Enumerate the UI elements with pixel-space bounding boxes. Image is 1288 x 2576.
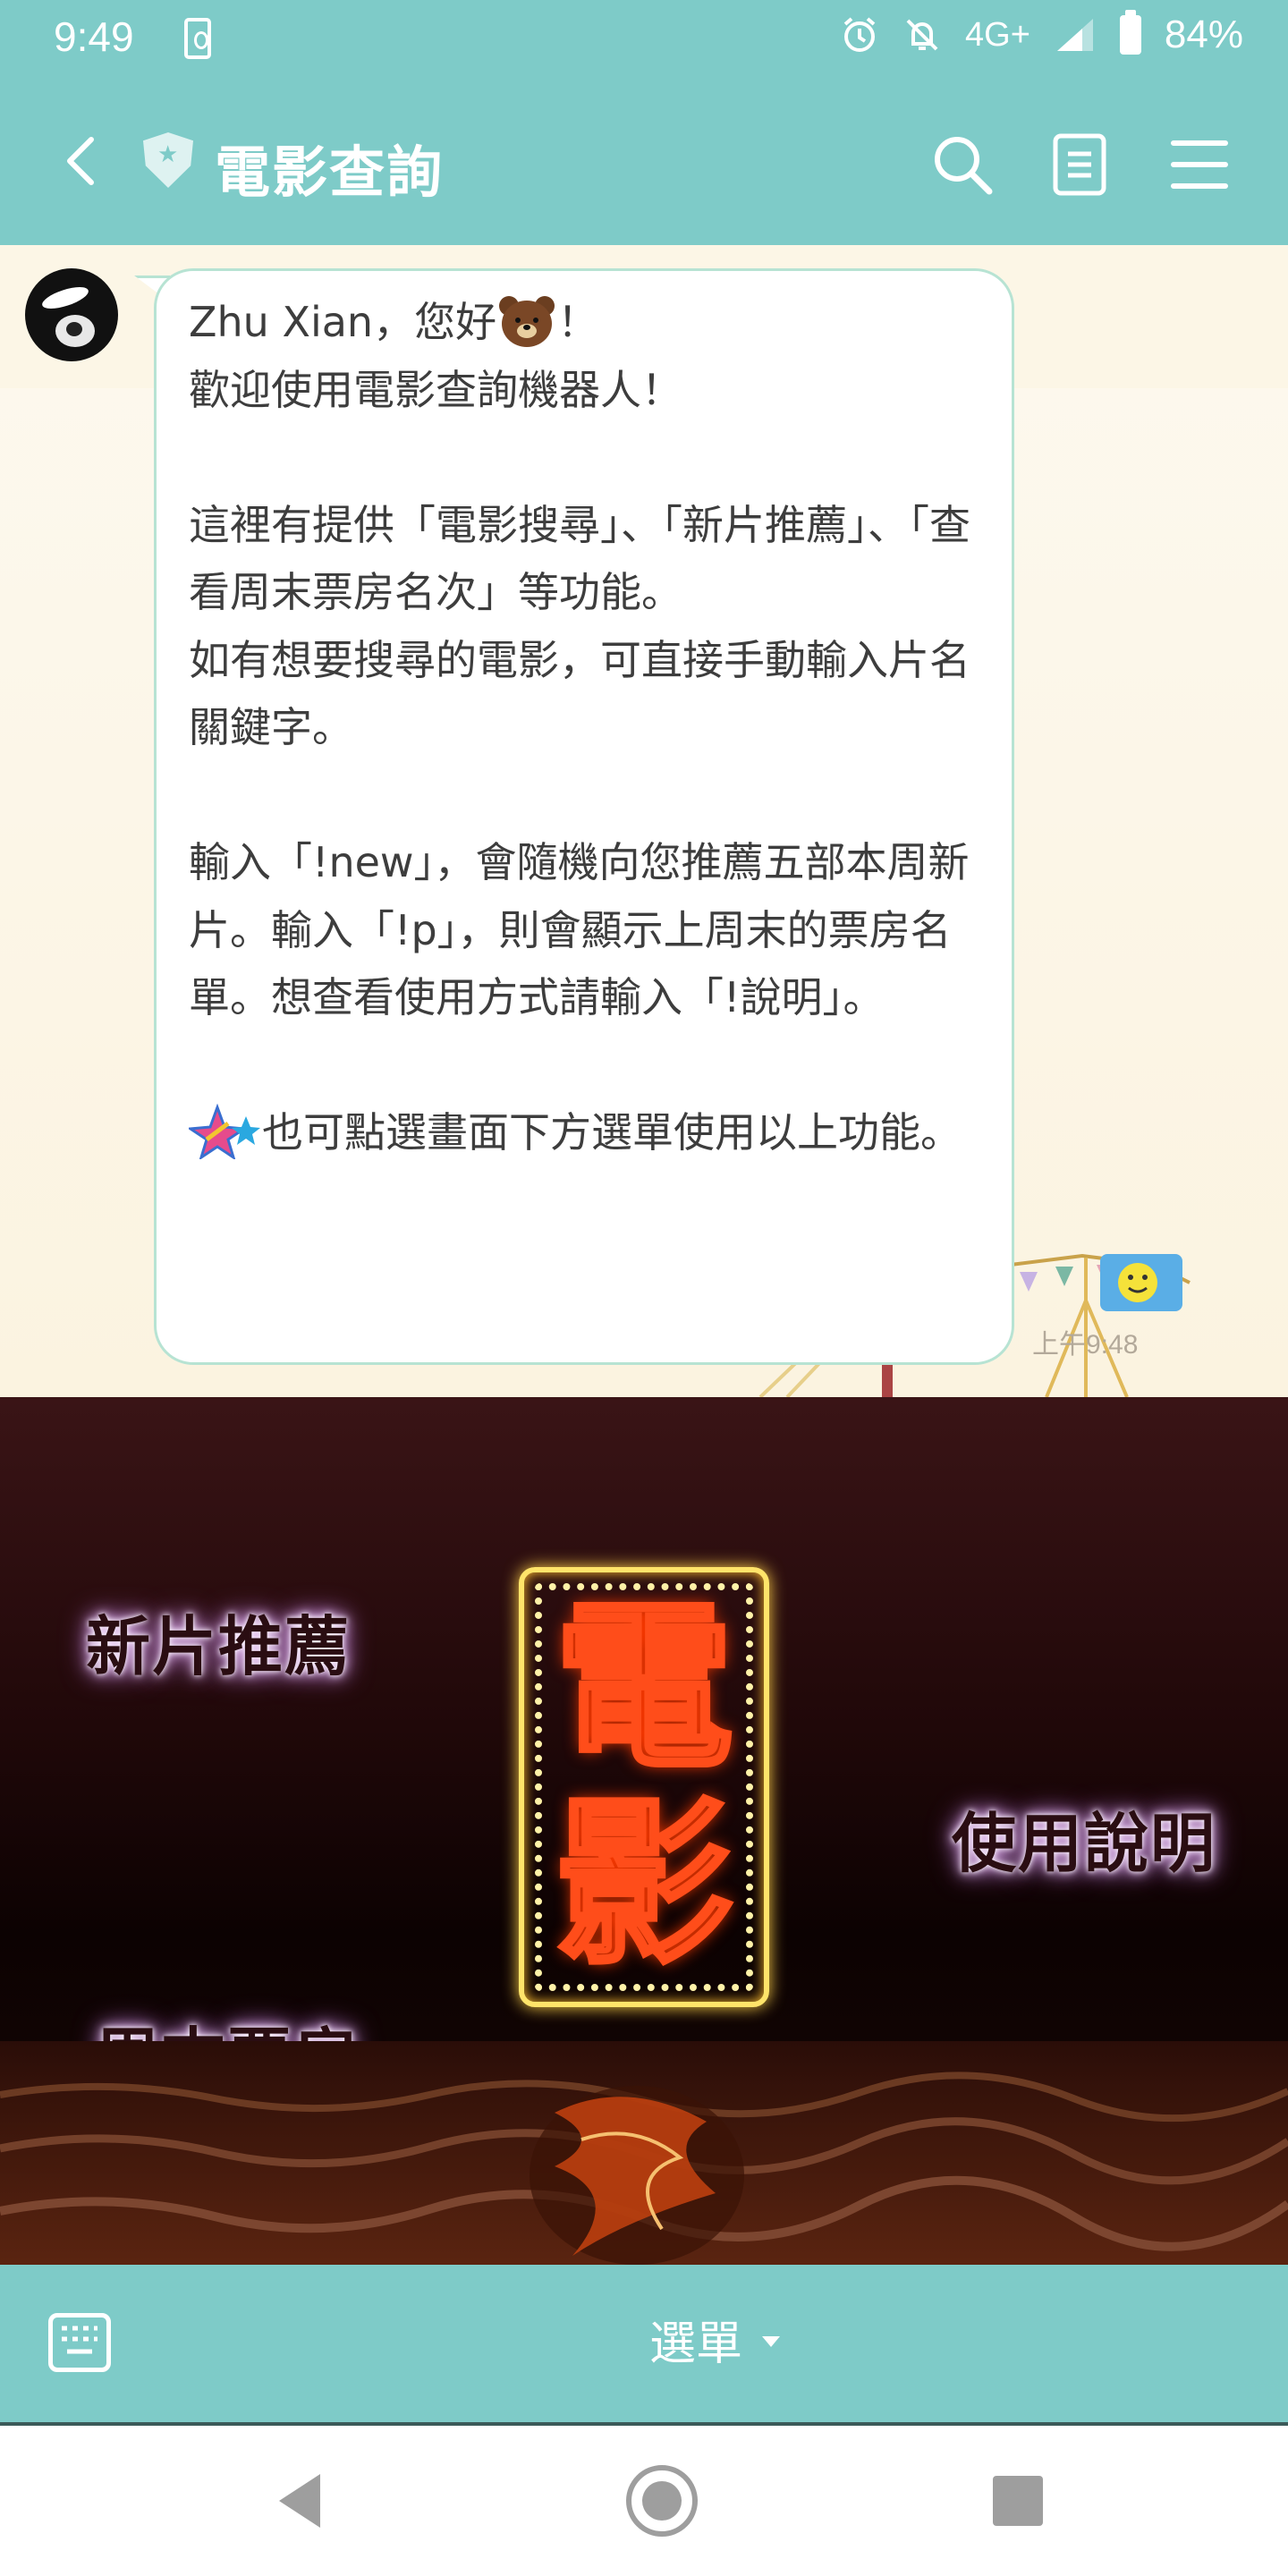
page-title: 電影查詢 xyxy=(215,140,445,205)
notes-icon[interactable] xyxy=(1045,129,1116,200)
message-spacer xyxy=(189,424,979,492)
system-nav-bar xyxy=(0,2426,1288,2576)
caret-down-icon[interactable] xyxy=(762,2336,780,2347)
greeting-text: Zhu Xian，您好 xyxy=(189,298,497,346)
signal-icon xyxy=(1056,19,1093,51)
message-greeting: Zhu Xian，您好 ！ xyxy=(189,289,979,357)
neon-char-1: 電 xyxy=(552,1584,735,1792)
message-menu-hint: 也可點選畫面下方選單使用以上功能。 xyxy=(186,1099,979,1167)
rich-menu-help[interactable]: 使用說明 xyxy=(952,1791,1216,1885)
star-icon: ★ xyxy=(157,141,179,168)
status-time: 9:49 xyxy=(54,13,134,60)
message-commands: 輸入「!new」，會隨機向您推薦五部本周新片。輸入「!p」，則會顯示上周末的票房… xyxy=(189,838,970,1021)
neon-movie-sign: 電 影 xyxy=(519,1567,769,2007)
greeting-exclaim: ！ xyxy=(557,298,599,346)
keyboard-icon[interactable] xyxy=(48,2313,111,2372)
home-circle-icon[interactable] xyxy=(626,2465,698,2537)
mute-icon xyxy=(906,19,938,51)
battery-icon xyxy=(1119,10,1141,55)
chevron-left-icon[interactable] xyxy=(55,134,109,188)
sparkle-stars-emoji xyxy=(186,1103,262,1161)
menu-hint-text: 也可點選畫面下方選單使用以上功能。 xyxy=(262,1108,962,1157)
network-type: 4G+ xyxy=(965,15,1030,54)
water-reflection xyxy=(0,2041,1288,2265)
chat-header: ★ 電影查詢 xyxy=(0,79,1288,245)
recents-square-icon[interactable] xyxy=(993,2476,1043,2526)
neon-char-2: 影 xyxy=(552,1781,735,1989)
message-timestamp: 上午9:48 xyxy=(1032,1330,1139,1360)
brown-bear-emoji xyxy=(496,293,557,349)
bot-message-bubble[interactable]: Zhu Xian，您好 ！ 歡迎使用電影查詢機器人！ 這裡有提供「電影搜尋」、「新… xyxy=(154,268,1014,1365)
message-features: 這裡有提供「電影搜尋」、「新片推薦」、「查看周末票房名次」等功能。 如有想要搜尋… xyxy=(189,500,970,752)
chat-area[interactable]: Zhu Xian，您好 ！ 歡迎使用電影查詢機器人！ 這裡有提供「電影搜尋」、「新… xyxy=(0,245,1288,1397)
menu-icon[interactable] xyxy=(1165,129,1236,200)
search-icon[interactable] xyxy=(927,129,998,200)
menu-toggle-label[interactable]: 選單 xyxy=(649,2306,742,2373)
back-triangle-icon[interactable] xyxy=(279,2474,320,2528)
rich-menu: 新片推薦 使用說明 周末票房 電 影 xyxy=(0,1397,1288,2265)
status-indicators: 4G+ 84% xyxy=(840,10,1243,57)
bot-avatar[interactable] xyxy=(25,268,118,361)
status-bar: 9:49 4G+ 84% xyxy=(0,0,1288,79)
message-spacer xyxy=(189,1032,979,1100)
sim-card-icon xyxy=(184,18,211,59)
rich-menu-new-movies[interactable]: 新片推薦 xyxy=(86,1594,351,1688)
message-welcome: 歡迎使用電影查詢機器人！ xyxy=(189,365,682,414)
bottom-menu-bar: 選單 xyxy=(0,2265,1288,2426)
message-spacer xyxy=(189,762,979,830)
battery-percent: 84% xyxy=(1164,13,1243,56)
alarm-icon xyxy=(843,17,876,52)
